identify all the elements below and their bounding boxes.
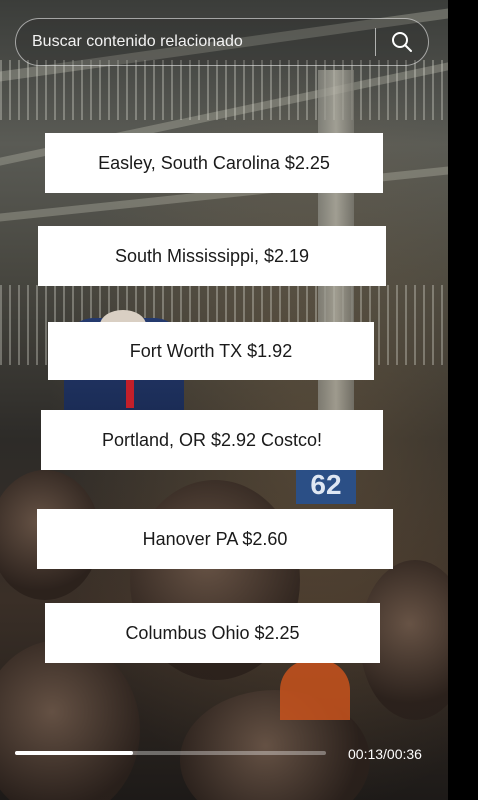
caption-box: Hanover PA $2.60 [37, 509, 393, 569]
progress-fill [15, 751, 134, 755]
video-player[interactable]: 62 Easley, South Carolina $2.25 South Mi… [0, 0, 478, 800]
speaker-tie [126, 378, 134, 408]
caption-box: South Mississippi, $2.19 [38, 226, 386, 286]
progress-bar[interactable] [15, 751, 326, 755]
caption-box: Fort Worth TX $1.92 [48, 322, 374, 380]
caption-box: Columbus Ohio $2.25 [45, 603, 380, 663]
orange-shirt [280, 660, 350, 720]
search-bar [15, 18, 429, 66]
search-input[interactable] [16, 32, 375, 52]
search-icon [392, 32, 412, 52]
video-frame[interactable]: 62 [0, 0, 448, 800]
podium-sign: 62 [296, 466, 356, 504]
caption-box: Easley, South Carolina $2.25 [45, 133, 383, 193]
ceiling-rail [0, 60, 448, 120]
crowd-head [0, 640, 140, 800]
time-label: 00:13/00:36 [348, 746, 422, 762]
caption-box: Portland, OR $2.92 Costco! [41, 410, 383, 470]
right-black-bar [448, 0, 478, 800]
search-button[interactable] [376, 19, 428, 65]
